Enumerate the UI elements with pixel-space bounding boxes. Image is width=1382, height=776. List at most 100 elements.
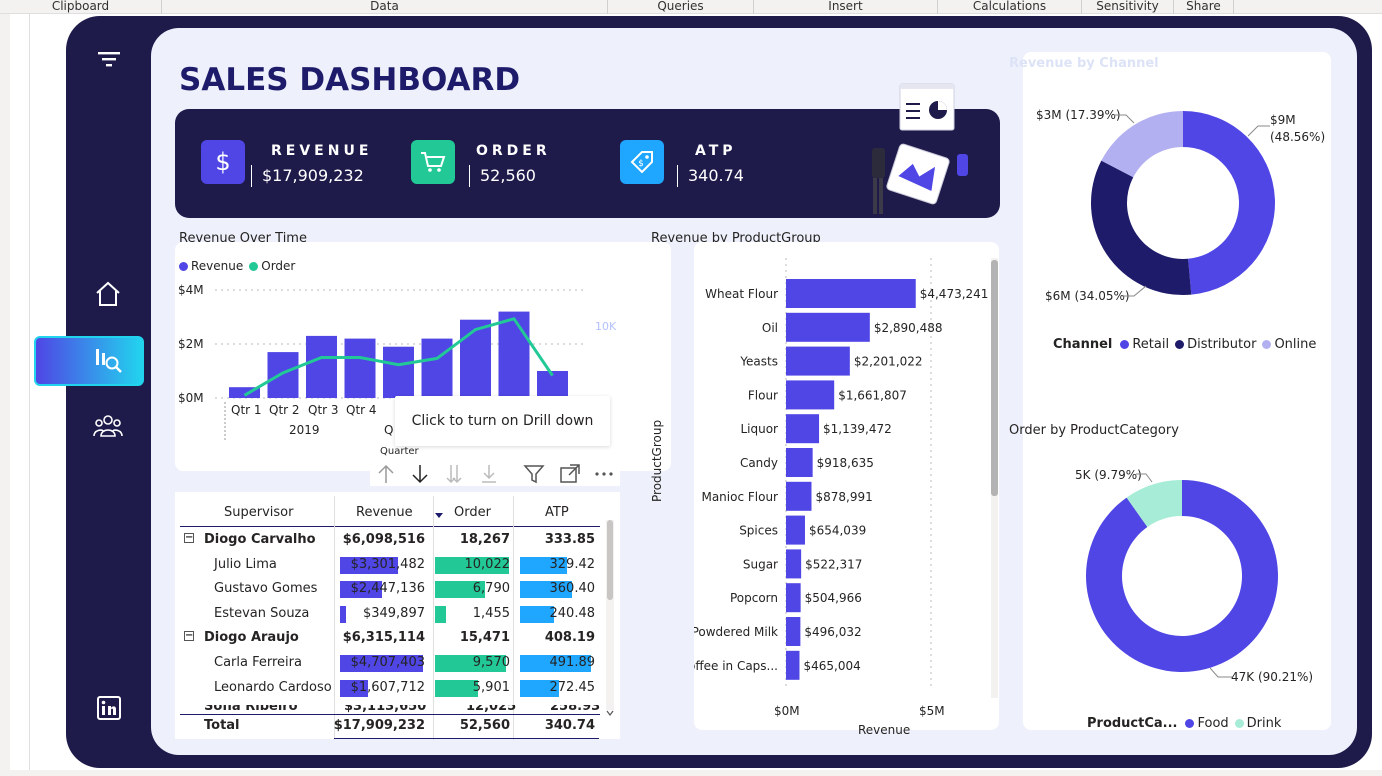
sort-desc-icon <box>435 513 443 518</box>
ribbon-label: Queries <box>657 0 704 13</box>
donut-slice-distributor[interactable] <box>1091 160 1192 295</box>
revenue-bar[interactable] <box>383 346 414 398</box>
ribbon-section-sensitivity[interactable]: Sensitivity <box>1082 0 1174 14</box>
leader-line <box>1210 667 1232 678</box>
legend-retail-label: Retail <box>1132 337 1170 352</box>
revenue-cell: $4,707,403 <box>350 655 425 670</box>
product-group-bar[interactable] <box>786 414 820 444</box>
expand-hierarchy-icon[interactable] <box>474 459 504 489</box>
ribbon-section-calculations[interactable]: Calculations <box>938 0 1082 14</box>
y2-tick-10k: 10K <box>595 320 617 333</box>
filter-menu-icon[interactable] <box>94 44 124 74</box>
order-cell: 5,901 <box>472 680 510 695</box>
table-row[interactable]: Estevan Souza $349,897 1,455 240.48 <box>180 604 600 628</box>
revenue-over-time-legend: Revenue Order <box>179 259 295 273</box>
product-group-value-label: $1,139,472 <box>823 422 892 436</box>
tooltip-text: Click to turn on Drill down <box>411 413 594 429</box>
revenue-bar[interactable] <box>421 338 453 398</box>
product-group-bar[interactable] <box>786 481 812 511</box>
col-header-order[interactable]: Order <box>454 505 491 520</box>
product-group-value-label: $918,635 <box>817 456 874 470</box>
kpi-order-label: ORDER <box>476 143 551 159</box>
scroll-down-icon[interactable] <box>605 708 615 718</box>
focus-mode-icon[interactable] <box>555 459 585 489</box>
product-group-bar[interactable] <box>786 515 805 545</box>
order-cell: 1,455 <box>472 606 510 621</box>
ribbon-section-clipboard[interactable]: Clipboard <box>0 0 162 14</box>
leader-line <box>1248 125 1270 137</box>
product-group-label: Wheat Flour <box>705 287 778 301</box>
revenue-bar[interactable] <box>498 311 530 398</box>
kpi-revenue-value: $17,909,232 <box>251 165 364 187</box>
category-legend: ProductCa... Food Drink <box>1087 716 1281 731</box>
more-options-icon[interactable] <box>589 459 619 489</box>
ribbon-section-insert[interactable]: Insert <box>754 0 938 14</box>
revenue-bar[interactable] <box>306 335 337 398</box>
supervisor-name: Carla Ferreira <box>214 655 302 670</box>
channel-label-retail-1: $9M <box>1270 113 1296 127</box>
product-group-bar[interactable] <box>786 279 916 308</box>
drill-up-icon[interactable] <box>371 459 401 489</box>
supervisor-name: Sofia Ribeiro <box>204 705 298 714</box>
table-bottom-border <box>334 738 599 739</box>
col-header-supervisor[interactable]: Supervisor <box>224 505 293 520</box>
legend-online-label: Online <box>1274 337 1317 352</box>
table-row[interactable]: Leonardo Cardoso $1,607,712 5,901 272.45 <box>180 678 600 702</box>
product-group-bar[interactable] <box>786 448 813 477</box>
home-icon[interactable] <box>93 279 123 309</box>
category-label-drink: 5K (9.79%) <box>1075 468 1142 482</box>
product-group-value-label: $2,201,022 <box>854 355 923 369</box>
drill-down-icon[interactable] <box>405 459 435 489</box>
linkedin-icon[interactable] <box>94 693 124 723</box>
product-group-bar[interactable] <box>786 583 801 613</box>
product-group-bar[interactable] <box>786 549 802 579</box>
ribbon: Clipboard Data Queries Insert Calculatio… <box>0 0 1382 14</box>
nav-analytics-active[interactable] <box>34 336 144 386</box>
channel-title: Revenue by Channel <box>1009 56 1159 71</box>
table-group-row[interactable]: − Diogo Carvalho $6,098,516 18,267 333.85 <box>180 530 600 554</box>
product-group-value-label: $2,890,488 <box>874 321 943 335</box>
dollar-icon: $ <box>201 140 245 184</box>
ribbon-section-data[interactable]: Data <box>162 0 608 14</box>
revenue-cell: $6,098,516 <box>342 532 425 547</box>
team-icon[interactable] <box>93 411 123 441</box>
analytics-search-icon[interactable] <box>93 345 123 375</box>
table-row[interactable]: Gustavo Gomes $2,447,136 6,790 360.40 <box>180 579 600 603</box>
product-group-bar[interactable] <box>786 346 850 376</box>
atp-cell: 272.45 <box>549 680 596 695</box>
product-group-bar[interactable] <box>786 380 835 410</box>
table-group-row[interactable]: − Diogo Araujo $6,315,114 15,471 408.19 <box>180 628 600 652</box>
legend-drink-dot <box>1234 719 1244 728</box>
channel-label-online: $3M (17.39%) <box>1036 108 1121 122</box>
category-title: Order by ProductCategory <box>1009 423 1179 438</box>
next-level-icon[interactable] <box>439 459 469 489</box>
ribbon-section-share[interactable]: Share <box>1174 0 1234 14</box>
collapse-icon[interactable]: − <box>184 533 194 543</box>
revenue-bar[interactable] <box>267 352 299 398</box>
product-group-bar[interactable] <box>786 650 800 680</box>
total-revenue: $17,909,232 <box>333 718 425 733</box>
table-row[interactable]: Julio Lima $3,301,482 10,022 329.42 <box>180 555 600 579</box>
svg-text:$: $ <box>638 159 644 169</box>
table-scrollbar-thumb[interactable] <box>607 520 613 600</box>
drill-level-label: Quarter <box>380 446 419 457</box>
revenue-bar[interactable] <box>344 338 376 398</box>
legend-distributor-label: Distributor <box>1187 337 1257 352</box>
atp-cell: 333.85 <box>544 532 595 547</box>
filter-icon[interactable] <box>519 459 549 489</box>
product-group-value-label: $496,032 <box>804 625 861 639</box>
pg-xtick-5: $5M <box>919 704 945 718</box>
col-header-revenue[interactable]: Revenue <box>356 505 413 520</box>
ribbon-label: Sensitivity <box>1096 0 1159 13</box>
product-group-bar[interactable] <box>786 617 801 646</box>
table-row[interactable]: Carla Ferreira $4,707,403 9,570 491.89 <box>180 653 600 677</box>
product-group-label: Spices <box>739 524 778 538</box>
col-header-atp[interactable]: ATP <box>545 505 569 520</box>
donut-slice-retail[interactable] <box>1183 111 1276 295</box>
collapse-icon[interactable]: − <box>184 631 194 641</box>
ribbon-section-queries[interactable]: Queries <box>608 0 754 14</box>
product-group-bar[interactable] <box>786 312 870 342</box>
pg-scrollbar-thumb[interactable] <box>991 260 998 496</box>
product-group-value-label: $1,661,807 <box>838 388 907 402</box>
product-group-label: Candy <box>740 456 778 470</box>
